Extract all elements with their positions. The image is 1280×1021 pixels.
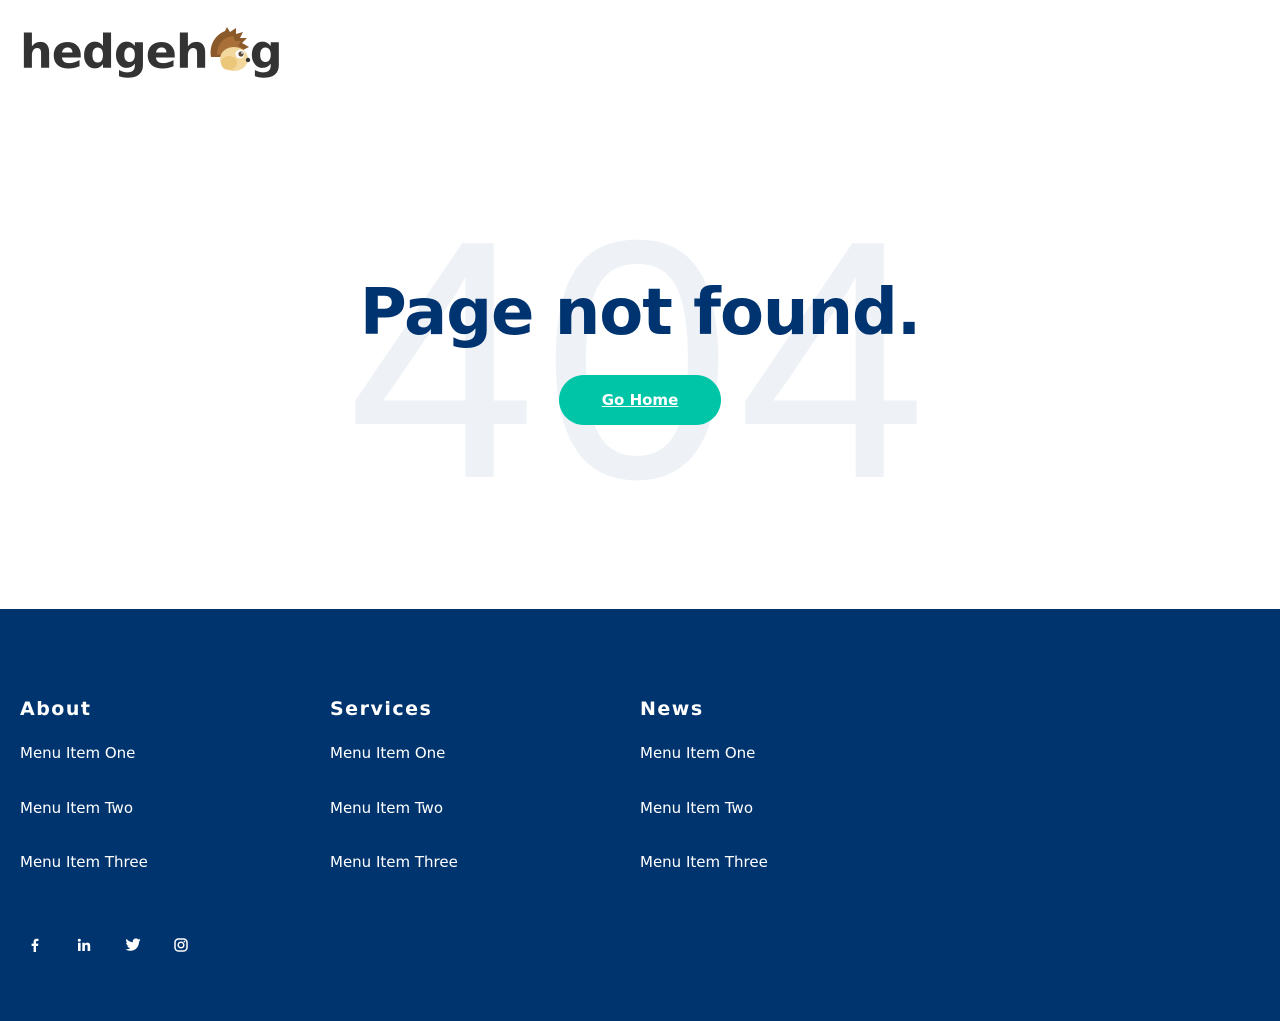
footer-menu-about: Menu Item One Menu Item Two Menu Item Th… bbox=[20, 743, 300, 907]
background-404-watermark: 404 bbox=[347, 170, 933, 550]
not-found-section: 404 Page not found. Go Home bbox=[0, 110, 1280, 609]
logo-text-right: g bbox=[249, 25, 283, 79]
twitter-icon[interactable] bbox=[117, 931, 166, 959]
footer-link[interactable]: Menu Item Three bbox=[20, 853, 148, 871]
logo-text-left: hedgeh bbox=[20, 25, 209, 79]
footer-link[interactable]: Menu Item Two bbox=[20, 799, 133, 817]
footer-column-news: News Menu Item One Menu Item Two Menu It… bbox=[640, 697, 920, 907]
footer-menu-item: Menu Item Three bbox=[20, 852, 300, 907]
footer-link[interactable]: Menu Item Two bbox=[640, 799, 753, 817]
footer-menu-item: Menu Item Two bbox=[640, 798, 920, 853]
footer-link[interactable]: Menu Item Three bbox=[640, 853, 768, 871]
footer-column-about: About Menu Item One Menu Item Two Menu I… bbox=[20, 697, 300, 907]
footer-link[interactable]: Menu Item One bbox=[640, 744, 755, 762]
footer-heading-news: News bbox=[640, 698, 704, 720]
footer-menu-news: Menu Item One Menu Item Two Menu Item Th… bbox=[640, 743, 920, 907]
social-links bbox=[20, 931, 214, 959]
linkedin-icon[interactable] bbox=[69, 931, 118, 959]
footer-link[interactable]: Menu Item One bbox=[20, 744, 135, 762]
hedgehog-logo-icon bbox=[207, 27, 251, 73]
footer-link[interactable]: Menu Item Two bbox=[330, 799, 443, 817]
footer-menu-item: Menu Item Three bbox=[330, 852, 610, 907]
go-home-button[interactable]: Go Home bbox=[559, 375, 721, 425]
footer-heading-services: Services bbox=[330, 698, 433, 720]
site-footer: About Menu Item One Menu Item Two Menu I… bbox=[0, 609, 1280, 1021]
instagram-icon[interactable] bbox=[166, 931, 215, 959]
footer-menu-item: Menu Item One bbox=[640, 743, 920, 798]
footer-menu-services: Menu Item One Menu Item Two Menu Item Th… bbox=[330, 743, 610, 907]
footer-column-services: Services Menu Item One Menu Item Two Men… bbox=[330, 697, 610, 907]
facebook-icon[interactable] bbox=[20, 931, 69, 959]
footer-menu-item: Menu Item One bbox=[20, 743, 300, 798]
footer-menu-item: Menu Item Three bbox=[640, 852, 920, 907]
footer-link[interactable]: Menu Item Three bbox=[330, 853, 458, 871]
footer-link[interactable]: Menu Item One bbox=[330, 744, 445, 762]
footer-menu-item: Menu Item Two bbox=[20, 798, 300, 853]
footer-menu-item: Menu Item Two bbox=[330, 798, 610, 853]
page-title: Page not found. bbox=[359, 276, 921, 350]
footer-heading-about: About bbox=[20, 698, 92, 720]
site-logo[interactable]: hedgeh g bbox=[20, 22, 283, 82]
footer-menu-item: Menu Item One bbox=[330, 743, 610, 798]
site-header: hedgeh g bbox=[0, 0, 1280, 110]
